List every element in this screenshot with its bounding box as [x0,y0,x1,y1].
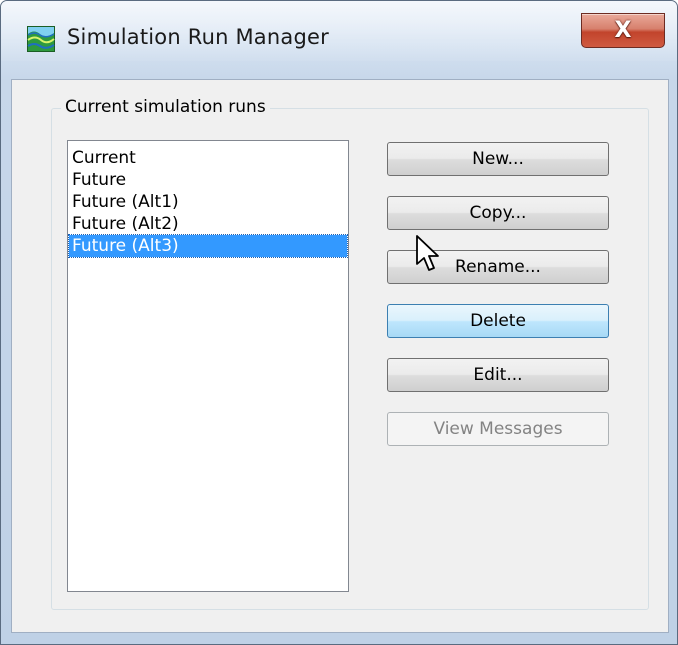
simulation-runs-list[interactable]: Current Future Future (Alt1) Future (Alt… [67,140,349,592]
list-item-future[interactable]: Future [69,169,347,191]
rename-button[interactable]: Rename... [387,250,609,284]
simulation-app-icon [27,26,55,52]
list-item-current[interactable]: Current [69,147,347,169]
delete-button[interactable]: Delete [387,304,609,338]
close-button[interactable]: X [581,13,665,48]
list-item-future-alt1[interactable]: Future (Alt1) [69,191,347,213]
dialog-body: Current simulation runs Current Future F… [11,79,669,633]
copy-button[interactable]: Copy... [387,196,609,230]
view-messages-button: View Messages [387,412,609,446]
edit-button[interactable]: Edit... [387,358,609,392]
list-item-future-alt2[interactable]: Future (Alt2) [69,213,347,235]
close-icon: X [614,17,632,43]
new-button[interactable]: New... [387,142,609,176]
list-item-future-alt3[interactable]: Future (Alt3) [68,234,348,258]
dialog-window: Simulation Run Manager X Current simulat… [0,0,678,645]
title-bar[interactable]: Simulation Run Manager X [1,1,677,79]
group-title: Current simulation runs [61,97,270,117]
window-title: Simulation Run Manager [67,25,329,49]
